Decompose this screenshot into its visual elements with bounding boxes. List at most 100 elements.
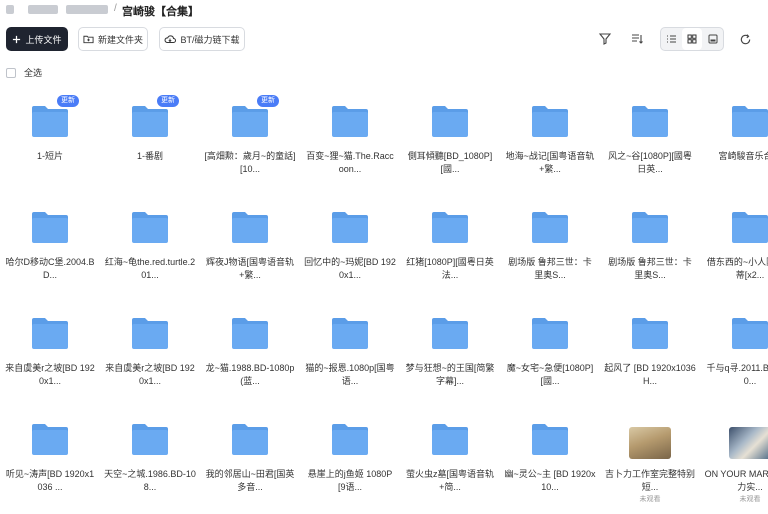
watch-status: 未观看 [639, 496, 661, 503]
file-name: 吉卜力工作室完整特别短... [604, 469, 695, 492]
folder-icon [627, 98, 673, 144]
breadcrumb: / 宫崎骏【合集】 [0, 0, 768, 22]
select-all[interactable]: 全选 [6, 66, 42, 79]
file-name: 宮崎駿音乐合集 [718, 151, 768, 161]
file-grid-item[interactable]: 红猪[1080P][國粵日英法... [400, 196, 500, 302]
thumbnail-view-icon[interactable] [702, 28, 723, 50]
toolbar: 上传文件 新建文件夹 BT/磁力链下载 [0, 27, 768, 53]
file-name: 1-番剧 [136, 151, 163, 161]
file-grid-item[interactable]: 悬崖上的j鱼姬 1080P[9语... [300, 408, 400, 514]
file-name: ON YOUR MARK 吉卜力实... [704, 469, 768, 492]
filter-icon[interactable] [596, 30, 614, 48]
refresh-icon[interactable] [736, 30, 754, 48]
breadcrumb-item-hidden[interactable] [28, 5, 58, 14]
file-name: 来自虞美r之坡[BD 1920x1... [5, 363, 95, 386]
file-name: 天空~之城.1986.BD-108... [104, 469, 196, 492]
folder-icon [27, 204, 73, 250]
file-grid-item[interactable]: 来自虞美r之坡[BD 1920x1... [100, 302, 200, 408]
file-name: 我的邻居山~田君[国英多音... [205, 469, 295, 492]
file-name: 側耳傾聽[BD_1080P][國... [407, 151, 493, 174]
folder-icon [627, 204, 673, 250]
file-name: 萤火虫z墓[国粤语音轨+简... [405, 469, 494, 492]
file-grid-item[interactable]: 我的邻居山~田君[国英多音... [200, 408, 300, 514]
file-name: 梦与狂想~的王国[简繁字幕]... [405, 363, 495, 386]
folder-icon [227, 204, 273, 250]
breadcrumb-item-hidden[interactable] [6, 5, 14, 14]
folder-icon [427, 204, 473, 250]
video-thumbnail [627, 416, 673, 462]
breadcrumb-separator: / [114, 3, 117, 14]
folder-icon [327, 204, 373, 250]
folder-icon [227, 416, 273, 462]
folder-icon [627, 310, 673, 356]
folder-icon: 更新 [27, 95, 79, 144]
file-grid-item[interactable]: 龙~猫.1988.BD-1080p(蓝... [200, 302, 300, 408]
file-grid-item[interactable]: 側耳傾聽[BD_1080P][國... [400, 90, 500, 196]
upload-button[interactable]: 上传文件 [6, 27, 68, 51]
file-grid-item[interactable]: 起风了 [BD 1920x1036 H... [600, 302, 700, 408]
file-name: 剧场版 鲁邦三世：卡里奥S... [608, 257, 692, 280]
file-grid-item[interactable]: 猫的~报恩.1080p[国粤语... [300, 302, 400, 408]
file-name: 魔~女宅~急便[1080P][國... [506, 363, 594, 386]
bt-magnet-download-button[interactable]: BT/磁力链下载 [159, 27, 245, 51]
folder-icon [327, 98, 373, 144]
breadcrumb-item-hidden[interactable] [66, 5, 108, 14]
file-grid-item[interactable]: 天空~之城.1986.BD-108... [100, 408, 200, 514]
file-grid-item[interactable]: 剧场版 鲁邦三世：卡里奥S... [500, 196, 600, 302]
folder-icon [127, 416, 173, 462]
file-grid-item[interactable]: 魔~女宅~急便[1080P][國... [500, 302, 600, 408]
file-grid-item[interactable]: 借东西的~小人阿莉埃蒂[x2... [700, 196, 768, 302]
folder-icon [227, 310, 273, 356]
new-folder-button-label: 新建文件夹 [97, 34, 143, 45]
file-name: 哈尔D移动C堡.2004.BD... [5, 257, 95, 280]
bt-magnet-download-label: BT/磁力链下载 [180, 34, 240, 45]
breadcrumb-current: 宫崎骏【合集】 [122, 6, 199, 18]
select-all-checkbox[interactable] [6, 67, 16, 78]
video-thumbnail [727, 416, 768, 462]
view-mode-switch [660, 27, 724, 51]
file-grid-item[interactable]: 更新 1-番剧 [100, 90, 200, 196]
file-name: 听见~涛声[BD 1920x1036 ... [5, 469, 95, 492]
file-name: 地海~战记[国粤语音轨+繁... [505, 151, 595, 174]
file-grid-item[interactable]: 回忆中的~玛妮[BD 1920x1... [300, 196, 400, 302]
file-name: 借东西的~小人阿莉埃蒂[x2... [706, 257, 768, 280]
file-grid-item[interactable]: 风之~谷[1080P][國粵日英... [600, 90, 700, 196]
file-grid-item[interactable]: 来自虞美r之坡[BD 1920x1... [0, 302, 100, 408]
folder-icon [527, 204, 573, 250]
file-grid-item[interactable]: 宮崎駿音乐合集 [700, 90, 768, 196]
file-grid-item[interactable]: 更新 1-短片 [0, 90, 100, 196]
file-grid-item[interactable]: 地海~战记[国粤语音轨+繁... [500, 90, 600, 196]
file-grid-item[interactable]: 幽~灵公~主 [BD 1920x10... [500, 408, 600, 514]
new-folder-button[interactable]: 新建文件夹 [78, 27, 148, 51]
file-grid-item[interactable]: 吉卜力工作室完整特别短... 未观看 [600, 408, 700, 514]
file-grid-item[interactable]: 听见~涛声[BD 1920x1036 ... [0, 408, 100, 514]
file-grid-item[interactable]: 千与q寻.2011.BD-1080... [700, 302, 768, 408]
file-name: 悬崖上的j鱼姬 1080P[9语... [307, 469, 393, 492]
sort-icon[interactable] [628, 30, 646, 48]
update-badge: 更新 [257, 95, 279, 107]
file-grid-item[interactable]: 百变~狸~猫.The.Raccoon... [300, 90, 400, 196]
folder-icon [427, 416, 473, 462]
file-grid-item[interactable]: 哈尔D移动C堡.2004.BD... [0, 196, 100, 302]
list-view-icon[interactable] [661, 28, 682, 50]
select-all-label: 全选 [24, 68, 43, 78]
file-grid-item[interactable]: 梦与狂想~的王国[简繁字幕]... [400, 302, 500, 408]
update-badge: 更新 [157, 95, 179, 107]
folder-icon [727, 98, 768, 144]
file-name: 辉夜J物语[国粤语音轨+繁... [205, 257, 294, 280]
folder-icon [327, 416, 373, 462]
file-grid-item[interactable]: 更新 [高畑勲：歲月~的童話][10... [200, 90, 300, 196]
folder-icon [527, 98, 573, 144]
file-grid-item[interactable]: 萤火虫z墓[国粤语音轨+简... [400, 408, 500, 514]
file-grid-item[interactable]: 剧场版 鲁邦三世：卡里奥S... [600, 196, 700, 302]
file-name: 龙~猫.1988.BD-1080p(蓝... [205, 363, 295, 386]
file-grid-item[interactable]: ON YOUR MARK 吉卜力实... 未观看 [700, 408, 768, 514]
folder-icon [727, 310, 768, 356]
grid-view-icon[interactable] [681, 28, 703, 50]
update-badge: 更新 [57, 95, 79, 107]
file-name: 猫的~报恩.1080p[国粤语... [305, 363, 395, 386]
file-grid-item[interactable]: 红海~龟the.red.turtle.201... [100, 196, 200, 302]
folder-icon [27, 310, 73, 356]
video-thumbnail-image [629, 426, 671, 459]
file-grid-item[interactable]: 辉夜J物语[国粤语音轨+繁... [200, 196, 300, 302]
